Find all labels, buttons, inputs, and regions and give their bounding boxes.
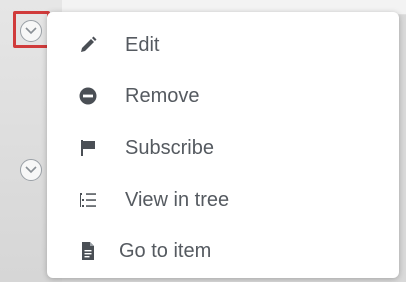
context-menu: Edit Remove Subscribe View in tree Go to… — [47, 12, 399, 278]
row-toggle-button[interactable] — [20, 159, 42, 181]
menu-item-view-in-tree[interactable]: View in tree — [47, 175, 399, 225]
menu-item-remove[interactable]: Remove — [47, 71, 399, 121]
minus-circle-icon — [77, 85, 99, 107]
menu-item-go-to-item[interactable]: Go to item — [47, 226, 399, 276]
menu-item-label: Subscribe — [125, 136, 214, 159]
menu-toggle-button[interactable] — [20, 20, 42, 42]
pencil-icon — [77, 34, 99, 56]
document-icon — [77, 240, 99, 262]
chevron-down-icon — [25, 166, 37, 174]
menu-item-label: View in tree — [125, 188, 230, 211]
menu-item-label: Remove — [125, 84, 200, 107]
chevron-down-icon — [25, 27, 37, 35]
flag-icon — [77, 137, 99, 159]
menu-item-edit[interactable]: Edit — [47, 20, 399, 70]
menu-item-label: Go to item — [119, 239, 212, 262]
menu-item-subscribe[interactable]: Subscribe — [47, 123, 399, 173]
menu-item-label: Edit — [125, 33, 160, 56]
tree-list-icon — [77, 189, 99, 211]
